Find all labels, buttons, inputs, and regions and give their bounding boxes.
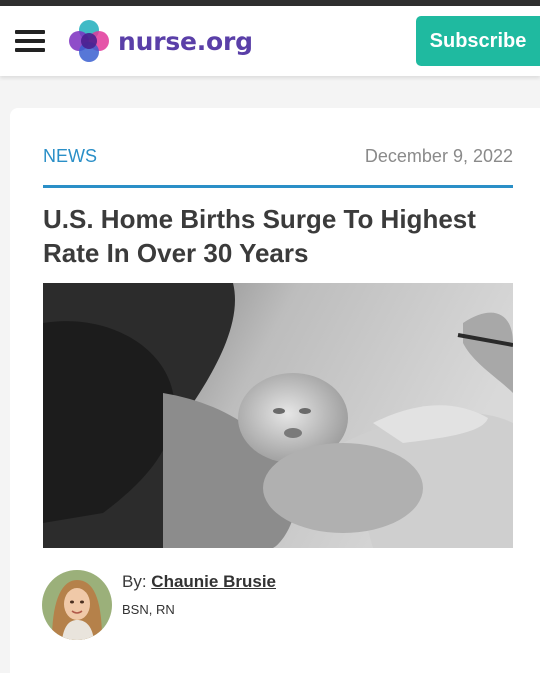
menu-bar [15,48,45,52]
menu-bar [15,39,45,43]
site-logo[interactable]: nurse.org [67,19,253,63]
avatar[interactable] [42,570,112,640]
author-name-link[interactable]: Chaunie Brusie [151,572,276,591]
menu-bar [15,30,45,34]
author-byline: By: Chaunie Brusie BSN, RN [42,570,512,640]
author-credentials: BSN, RN [122,602,175,617]
article-title: U.S. Home Births Surge To Highest Rate I… [43,204,476,268]
hamburger-menu-icon[interactable] [15,28,45,54]
meta-divider [43,185,513,188]
byline: By: Chaunie Brusie [122,572,276,592]
article-date: December 9, 2022 [364,146,513,166]
nurse-org-logo-icon [69,20,109,62]
by-label: By: [122,572,147,591]
article-card: NEWS December 9, 2022 U.S. Home Births S… [10,108,540,673]
subscribe-button[interactable]: Subscribe [416,16,540,66]
hero-image [43,283,513,548]
article-meta: NEWS December 9, 2022 [43,146,513,170]
newborn-photo [43,283,513,548]
author-photo [42,570,112,640]
logo-text: nurse.org [118,26,253,56]
category-link[interactable]: NEWS [43,146,97,167]
site-header: nurse.org Subscribe [0,6,540,76]
